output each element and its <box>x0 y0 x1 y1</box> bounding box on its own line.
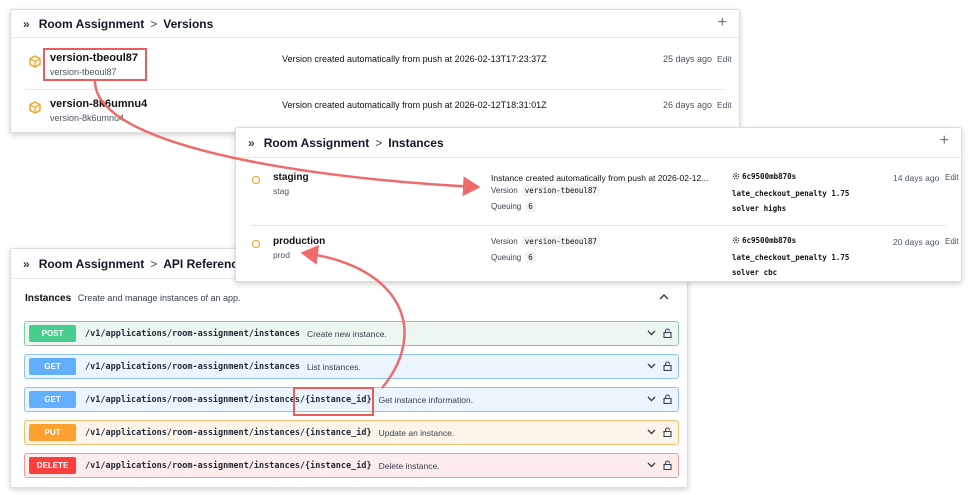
gear-icon <box>732 236 740 244</box>
endpoint-path: /v1/applications/room-assignment/instanc… <box>85 427 372 438</box>
breadcrumb-separator-icon: > <box>375 135 383 150</box>
lock-icon[interactable] <box>663 361 672 371</box>
status-dot-icon <box>252 240 260 248</box>
versions-header: » Room Assignment > Versions + <box>11 10 739 38</box>
add-version-icon[interactable]: + <box>718 14 727 32</box>
breadcrumb-app[interactable]: Room Assignment <box>39 257 145 271</box>
instance-version: Version version-tbeoul87 <box>491 236 600 247</box>
config-hash: 6c9500mb870s <box>732 236 796 245</box>
config-option: solver highs <box>732 204 787 213</box>
instance-age: 14 days ago <box>893 173 940 183</box>
row-divider <box>250 225 947 226</box>
queuing-label: Queuing <box>491 253 522 262</box>
instance-queuing: Queuing 6 <box>491 201 536 212</box>
status-dot-icon <box>252 176 260 184</box>
row-divider <box>25 89 725 90</box>
chevron-down-icon[interactable] <box>647 462 656 468</box>
lock-icon[interactable] <box>663 427 672 437</box>
method-badge: DELETE <box>29 457 76 474</box>
endpoint-description: List instances. <box>306 361 361 372</box>
breadcrumb-separator-icon: > <box>150 256 158 271</box>
endpoint-description: Get instance information. <box>378 394 474 405</box>
instance-row[interactable]: production prod Version version-tbeoul87 … <box>236 232 961 292</box>
endpoint-description: Delete instance. <box>378 460 440 471</box>
version-name[interactable]: version-8k6umnu4 <box>50 98 147 110</box>
chevron-down-icon[interactable] <box>647 429 656 435</box>
lock-icon[interactable] <box>663 328 672 338</box>
endpoint-put[interactable]: PUT /v1/applications/room-assignment/ins… <box>24 420 679 445</box>
method-badge: GET <box>29 391 76 408</box>
instances-header: » Room Assignment > Instances + <box>236 128 961 158</box>
version-age: 26 days ago <box>663 100 713 110</box>
version-label: Version <box>491 237 518 246</box>
version-age: 25 days ago <box>663 54 713 64</box>
edit-link[interactable]: Edit <box>717 54 732 64</box>
endpoint-get-list[interactable]: GET /v1/applications/room-assignment/ins… <box>24 354 679 379</box>
instance-id: stag <box>273 186 290 196</box>
config-option: late_checkout_penalty 1.75 <box>732 253 850 262</box>
config-hash-value: 6c9500mb870s <box>742 172 797 181</box>
config-option: late_checkout_penalty 1.75 <box>732 189 850 198</box>
cube-icon <box>29 101 41 114</box>
add-instance-icon[interactable]: + <box>940 132 949 150</box>
method-badge: POST <box>29 325 76 342</box>
lock-icon[interactable] <box>663 460 672 470</box>
breadcrumb-app[interactable]: Room Assignment <box>39 17 145 31</box>
endpoint-description: Create new instance. <box>306 328 387 339</box>
endpoint-path: /v1/applications/room-assignment/instanc… <box>85 361 300 372</box>
collapse-sidebar-icon[interactable]: » <box>23 257 30 271</box>
collapse-sidebar-icon[interactable]: » <box>23 17 30 31</box>
version-id: version-8k6umnu4 <box>50 113 125 123</box>
endpoint-post[interactable]: POST /v1/applications/room-assignment/in… <box>24 321 679 346</box>
config-option: solver cbc <box>732 268 778 277</box>
chevron-down-icon[interactable] <box>647 396 656 402</box>
chevron-down-icon[interactable] <box>647 330 656 336</box>
endpoint-delete[interactable]: DELETE /v1/applications/room-assignment/… <box>24 453 679 478</box>
collapse-sidebar-icon[interactable]: » <box>248 136 255 150</box>
api-section-header[interactable]: Instances Create and manage instances of… <box>25 293 241 304</box>
cube-icon <box>29 55 41 68</box>
instance-age: 20 days ago <box>893 237 940 247</box>
config-hash: 6c9500mb870s <box>732 172 796 181</box>
version-description: Version created automatically from push … <box>282 100 547 110</box>
instance-name[interactable]: production <box>273 236 325 247</box>
version-label: Version <box>491 186 518 195</box>
version-value[interactable]: version-tbeoul87 <box>521 236 600 247</box>
instance-queuing: Queuing 6 <box>491 252 536 263</box>
endpoint-path: /v1/applications/room-assignment/instanc… <box>85 460 372 471</box>
instances-card: » Room Assignment > Instances + staging … <box>235 127 962 282</box>
config-hash-value: 6c9500mb870s <box>742 236 797 245</box>
method-badge: PUT <box>29 424 76 441</box>
edit-link[interactable]: Edit <box>945 237 959 246</box>
endpoint-path: /v1/applications/room-assignment/instanc… <box>85 328 300 339</box>
instance-row[interactable]: staging stag Instance created automatica… <box>236 168 961 228</box>
edit-link[interactable]: Edit <box>945 173 959 182</box>
endpoint-description: Update an instance. <box>378 427 455 438</box>
instance-description: Instance created automatically from push… <box>491 173 709 183</box>
instance-version: Version version-tbeoul87 <box>491 185 600 196</box>
breadcrumb-page: Versions <box>163 16 214 31</box>
highlight-instance-id-box <box>293 387 374 416</box>
instance-name[interactable]: staging <box>273 172 309 183</box>
gear-icon <box>732 172 740 180</box>
method-badge: GET <box>29 358 76 375</box>
chevron-up-icon[interactable] <box>659 293 669 301</box>
version-value[interactable]: version-tbeoul87 <box>521 185 600 196</box>
highlight-version-box <box>43 48 147 81</box>
queuing-label: Queuing <box>491 202 522 211</box>
breadcrumb-separator-icon: > <box>150 16 158 31</box>
lock-icon[interactable] <box>663 394 672 404</box>
section-description: Create and manage instances of an app. <box>77 293 241 303</box>
instance-id: prod <box>273 250 291 260</box>
queuing-value: 6 <box>525 201 536 212</box>
section-title: Instances <box>25 293 72 304</box>
breadcrumb-app[interactable]: Room Assignment <box>264 136 370 150</box>
queuing-value: 6 <box>525 252 536 263</box>
edit-link[interactable]: Edit <box>717 100 732 110</box>
breadcrumb-page: API Reference <box>163 256 245 271</box>
version-description: Version created automatically from push … <box>282 54 547 64</box>
breadcrumb-page: Instances <box>388 135 444 150</box>
chevron-down-icon[interactable] <box>647 363 656 369</box>
